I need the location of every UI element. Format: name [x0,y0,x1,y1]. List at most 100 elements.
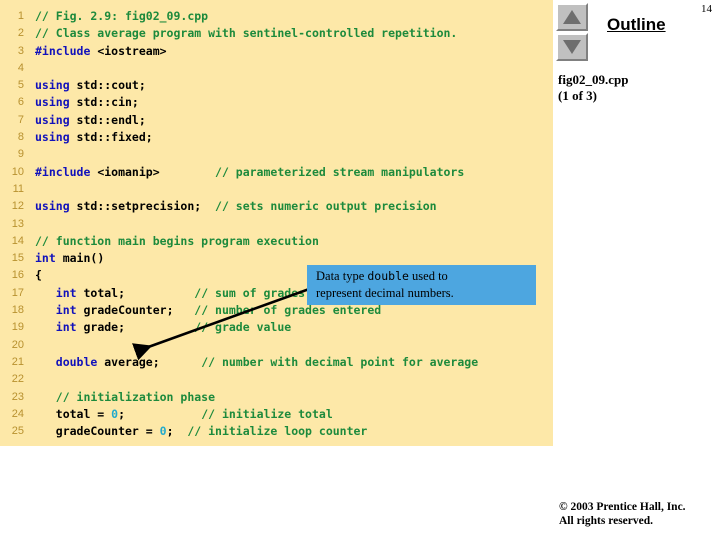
code-line: 4 [0,60,553,77]
code-line-number: 10 [11,165,24,178]
code-line-text: #include <iomanip> // parameterized stre… [35,164,464,181]
code-line-number: 9 [17,148,24,161]
code-token: std::setprecision; [76,199,216,214]
code-token: using [35,199,77,214]
code-line-text: gradeCounter = 0; // initialize loop cou… [35,423,368,440]
code-token: // number of grades entered [194,303,382,318]
code-line-text: { [35,267,42,284]
code-line-number: 20 [11,338,24,351]
code-line-text: using std::cin; [35,94,139,111]
code-line: 19 int grade; // grade value [0,319,553,336]
code-line: 14 // function main begins program execut… [0,233,553,250]
callout-box: Data type double used to represent decim… [307,265,536,305]
code-line-text: #include <iostream> [35,43,167,60]
code-token: int [35,251,63,266]
code-line: 6 using std::cin; [0,94,553,111]
copyright-footer: © 2003 Prentice Hall, Inc. All rights re… [553,500,720,528]
code-token: int [55,320,84,335]
code-line: 2 // Class average program with sentinel-… [0,25,553,42]
outline-file-info: fig02_09.cpp (1 of 3) [558,72,628,104]
code-line: 22 [0,371,553,388]
scroll-down-button[interactable] [556,33,588,61]
code-line: 21 double average; // number with decima… [0,354,553,371]
code-lines-container: 1 // Fig. 2.9: fig02_09.cpp 2 // Class aver… [0,8,553,440]
code-line: 3 #include <iostream> [0,43,553,60]
code-line-number: 21 [11,355,24,368]
callout-line-2: represent decimal numbers. [316,286,454,300]
code-line-number: 24 [11,407,24,420]
code-line-number: 25 [11,425,24,438]
code-token: // sets numeric output precision [215,199,437,214]
code-line-text: // function main begins program executio… [35,233,319,250]
code-line-number: 4 [17,61,24,74]
code-line-number: 14 [11,234,24,247]
code-line-text: using std::setprecision; // sets numeric… [35,198,437,215]
code-line-text: int total; // sum of grades [35,285,305,302]
code-line-number: 1 [17,10,24,22]
scroll-button-group [556,3,588,63]
code-line-number: 16 [11,269,24,282]
code-line-number: 2 [17,27,24,40]
code-line-number: 5 [17,79,24,92]
code-token: using [35,78,77,93]
callout-line-1: Data type double used to [316,268,536,285]
code-line: 20 [0,337,553,354]
copyright-line: © 2003 Prentice Hall, Inc. [559,501,686,513]
outline-file-name: fig02_09.cpp [558,72,629,87]
code-line: 1 // Fig. 2.9: fig02_09.cpp [0,8,553,25]
code-token: #include [35,164,98,179]
code-line-text: // Fig. 2.9: fig02_09.cpp [35,8,208,25]
code-token: ; [118,406,202,421]
code-token: // sum of grades [194,285,306,300]
code-line-number: 17 [11,286,24,299]
code-line-number: 7 [17,113,24,126]
code-line-text: int grade; // grade value [35,319,291,336]
code-line-text: double average; // number with decimal p… [35,354,478,371]
code-token: std::cin; [76,95,139,110]
callout-text-after: used to [408,269,448,283]
slide-page-number: 14 [701,3,712,15]
callout-code-token: double [367,269,409,283]
code-line-text: using std::endl; [35,112,146,129]
code-token: total; [83,285,195,300]
code-line-number: 19 [11,321,24,334]
code-line: 24 total = 0; // initialize total [0,406,553,423]
code-token: // function main begins program executio… [35,233,319,248]
code-token: #include [35,43,98,58]
triangle-up-icon [563,10,581,24]
code-line: 7 using std::endl; [0,112,553,129]
code-line: 12 using std::setprecision; // sets numer… [0,198,553,215]
code-token: // parameterized stream manipulators [215,164,465,179]
code-line: 10 #include <iomanip> // parameterized st… [0,164,553,181]
code-token: using [35,95,77,110]
code-line-text: using std::fixed; [35,129,153,146]
scroll-up-button[interactable] [556,3,588,31]
callout-text-before: Data type [316,269,368,283]
code-line-number: 15 [11,252,24,265]
code-line-number: 13 [11,217,24,230]
code-token: int [55,303,84,318]
code-token: grade; [83,320,195,335]
code-line-number: 11 [12,182,24,195]
code-token: // initialization phase [55,389,216,404]
code-token: { [35,268,42,283]
code-line: 23 // initialization phase [0,389,553,406]
code-token: ; [166,424,188,439]
rights-line: All rights reserved. [559,515,654,527]
code-line-text: // initialization phase [35,389,215,406]
code-token: int [55,285,84,300]
code-line: 13 [0,216,553,233]
code-token: gradeCounter = [35,424,160,439]
code-token: using [35,112,77,127]
code-token: // Fig. 2.9: fig02_09.cpp [35,9,209,23]
code-line-number: 3 [17,44,24,57]
outline-sidebar: Outline 14 fig02_09.cpp (1 of 3) [553,0,720,540]
code-token: gradeCounter; [83,303,195,318]
code-token: double [55,354,105,369]
code-line-text: int main() [35,250,104,267]
code-line-number: 22 [11,373,24,386]
code-line-number: 18 [11,304,24,317]
